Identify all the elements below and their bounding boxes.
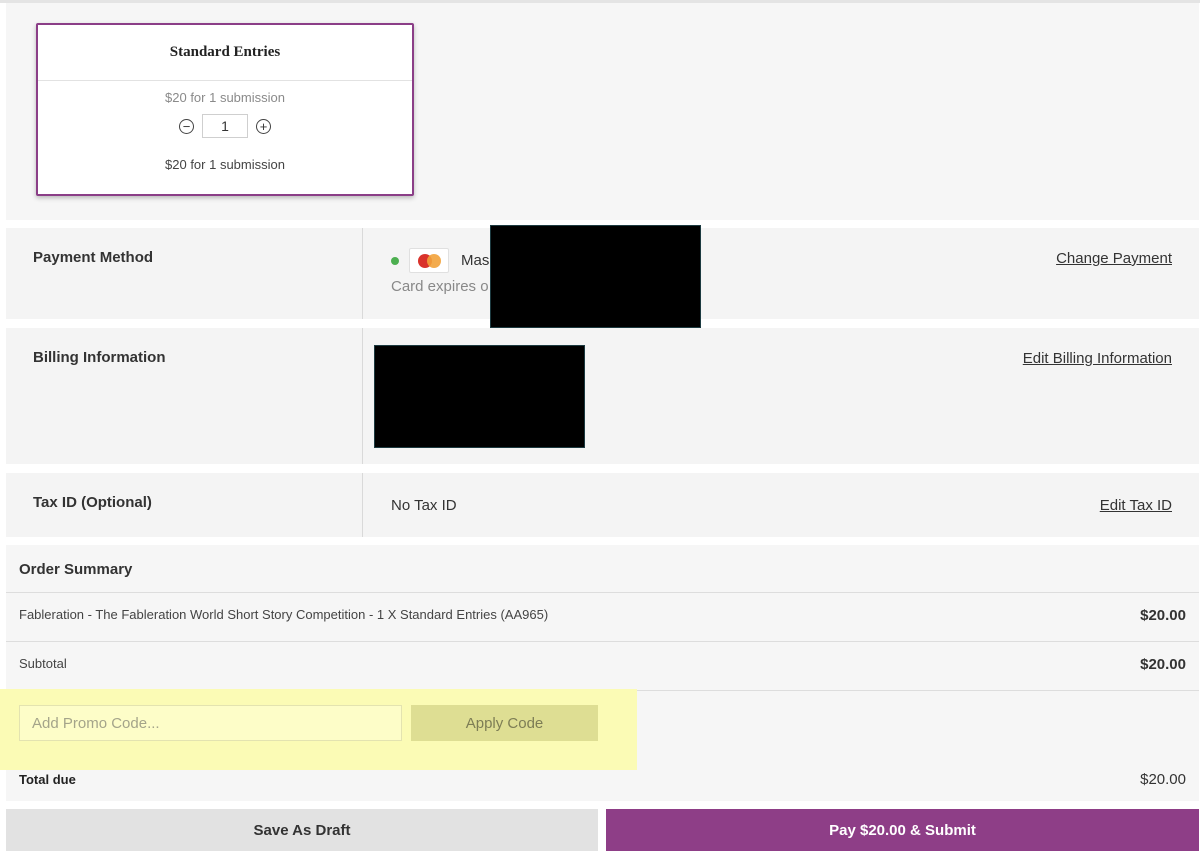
row-divider xyxy=(362,228,363,319)
edit-tax-id-link[interactable]: Edit Tax ID xyxy=(1100,497,1172,514)
row-divider xyxy=(362,473,363,537)
card-brand: Mas xyxy=(461,252,490,269)
total-due-label: Total due xyxy=(19,772,76,787)
tax-id-label: Tax ID (Optional) xyxy=(33,494,152,511)
summary-divider xyxy=(6,592,1199,593)
entry-tier-panel: Standard Entries $20 for 1 submission − … xyxy=(6,3,1199,220)
billing-row: Billing Information Edit Billing Informa… xyxy=(6,328,1199,464)
total-due-amount: $20.00 xyxy=(1140,771,1186,788)
line-item-amount: $20.00 xyxy=(1140,607,1186,624)
redacted-billing-details xyxy=(374,345,585,448)
edit-billing-link[interactable]: Edit Billing Information xyxy=(1023,350,1172,367)
payment-method-label: Payment Method xyxy=(33,249,154,266)
subtotal-label: Subtotal xyxy=(19,656,67,671)
pay-and-submit-button[interactable]: Pay $20.00 & Submit xyxy=(606,809,1199,851)
tax-id-row: Tax ID (Optional) No Tax ID Edit Tax ID xyxy=(6,473,1199,537)
save-as-draft-button[interactable]: Save As Draft xyxy=(6,809,598,851)
line-item-description: Fableration - The Fableration World Shor… xyxy=(19,607,549,622)
subtotal-amount: $20.00 xyxy=(1140,656,1186,673)
summary-divider xyxy=(6,641,1199,642)
quantity-stepper: − + xyxy=(38,114,412,138)
promo-code-input[interactable] xyxy=(19,705,402,741)
tier-price: $20 for 1 submission xyxy=(165,90,285,105)
apply-code-button[interactable]: Apply Code xyxy=(411,705,598,741)
decrement-icon[interactable]: − xyxy=(179,118,194,134)
billing-label: Billing Information xyxy=(33,349,166,366)
tier-title: Standard Entries xyxy=(38,25,412,81)
entry-tier-card[interactable]: Standard Entries $20 for 1 submission − … xyxy=(36,23,414,196)
quantity-input[interactable] xyxy=(202,114,248,138)
increment-icon[interactable]: + xyxy=(256,118,271,134)
order-summary-title: Order Summary xyxy=(19,561,133,578)
row-divider xyxy=(362,328,363,464)
status-dot-icon xyxy=(391,257,399,265)
redacted-card-details xyxy=(490,225,701,328)
tax-id-value: No Tax ID xyxy=(391,497,457,514)
mastercard-icon xyxy=(409,248,449,273)
card-expiry: Card expires o xyxy=(391,278,489,295)
tier-total: $20 for 1 submission xyxy=(165,157,285,172)
change-payment-link[interactable]: Change Payment xyxy=(1056,250,1172,267)
